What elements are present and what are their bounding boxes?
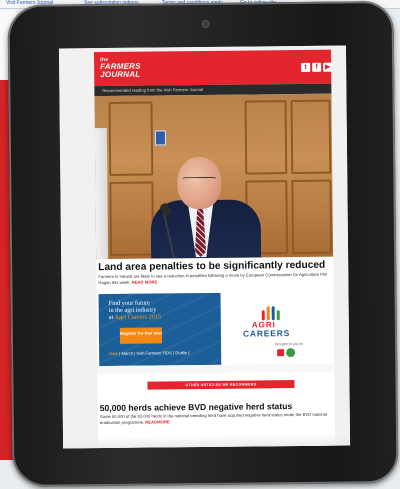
sponsor-logos — [277, 347, 297, 358]
logo-bar — [271, 306, 275, 321]
other-articles-label[interactable]: OTHER ARTICLES WE RECOMMEND — [147, 380, 295, 390]
logo-bar — [276, 310, 280, 321]
door-panel — [290, 99, 332, 175]
speaker-glasses — [182, 176, 217, 185]
camera-icon — [202, 20, 209, 27]
screen-bottom-fade — [63, 433, 351, 449]
logo-bar — [261, 310, 265, 321]
ad-brought-by: Brought to you by — [275, 341, 304, 347]
door-panel — [244, 100, 288, 175]
ad-date-text: | March | Irish Farmers' RDS | Dublin | — [119, 350, 190, 356]
tablet-screen: the FARMERS JOURNAL t f ▶ Recommended re… — [58, 45, 351, 449]
lead-story-image[interactable] — [94, 93, 334, 260]
wall-sign — [154, 130, 166, 146]
ad-date-label: Date — [109, 350, 119, 356]
logo-bar — [266, 306, 270, 321]
facebook-icon[interactable]: f — [312, 62, 322, 72]
ad-title-accent: at Agri Careers 2015 — [109, 313, 161, 321]
ad-date: Date | March | Irish Farmers' RDS | Dubl… — [109, 350, 189, 356]
door-panel — [108, 101, 154, 176]
sponsor-logo-icon — [286, 348, 296, 358]
door-panel — [109, 181, 155, 256]
youtube-icon[interactable]: ▶ — [323, 62, 333, 72]
ad-title: Find your future in the agri industry — [109, 299, 209, 314]
ad-title-at: at — [108, 313, 114, 321]
door-panel — [291, 179, 333, 255]
ad-event-name: Agri Careers 2015 — [114, 313, 162, 321]
lead-story-summary: Farmers in Ireland are likely to see a r… — [98, 272, 331, 286]
logo-journal[interactable]: JOURNAL — [100, 70, 140, 79]
tablet-frame: the FARMERS JOURNAL t f ▶ Recommended re… — [7, 0, 400, 488]
ad-logo-careers: CAREERS — [242, 328, 291, 339]
sponsor-logo-icon — [277, 349, 285, 357]
lead-story-read-more-link[interactable]: READ MORE — [132, 279, 158, 284]
agri-careers-logo-icon — [261, 304, 280, 321]
second-story-read-more-link[interactable]: READMORE — [145, 419, 169, 424]
flag — [94, 128, 109, 260]
second-story-summary-text: Some 50,000 of the 83,000 herds in the n… — [99, 411, 328, 425]
ad-register-button[interactable]: Register for free now — [119, 327, 163, 344]
tagline: Recommended reading from the Irish Farme… — [102, 86, 204, 94]
twitter-icon[interactable]: t — [301, 62, 311, 72]
